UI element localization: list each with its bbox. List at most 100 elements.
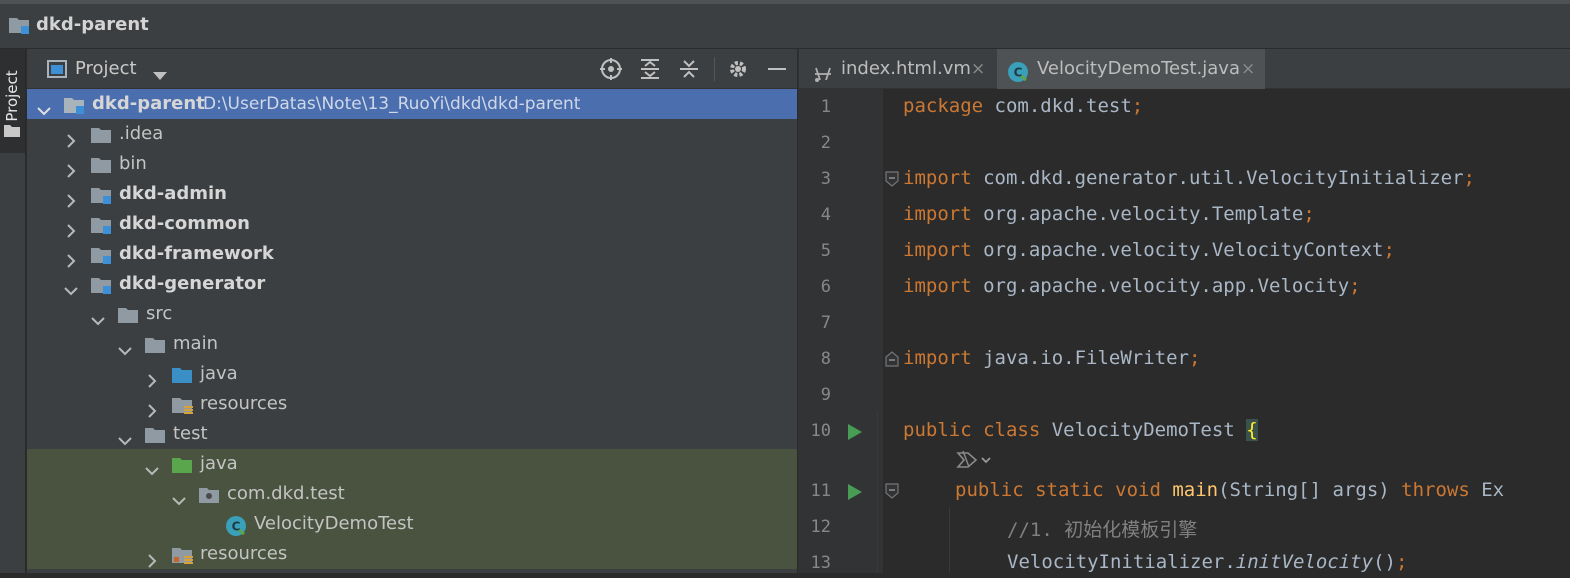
run-method-icon[interactable] <box>847 483 863 505</box>
project-panel: Project dkd-parent D:\UserDatas\Note\13_… <box>27 49 797 573</box>
semicolon: ; <box>1188 347 1201 369</box>
line-number: 8 <box>820 349 831 369</box>
indent-guide <box>877 411 878 573</box>
code-line-3: import com.dkd.generator.util.VelocityIn… <box>903 167 1475 189</box>
tree-item-label: src <box>146 303 173 324</box>
semicolon: ; <box>1395 551 1408 573</box>
tree-item-idea[interactable]: .idea <box>27 119 797 149</box>
line-number: 2 <box>820 133 831 153</box>
tree-item-label: bin <box>119 153 147 174</box>
project-tree: dkd-parent D:\UserDatas\Note\13_RuoYi\dk… <box>27 89 797 573</box>
line-number: 5 <box>820 241 831 261</box>
tree-item-main[interactable]: main <box>27 329 797 359</box>
tree-item-label: java <box>200 453 238 474</box>
line-number: 9 <box>820 385 831 405</box>
keyword: import <box>903 347 972 369</box>
keyword: package <box>903 95 984 117</box>
tree-item-dkd-common[interactable]: dkd-common <box>27 209 797 239</box>
code-line-12: //1. 初始化模板引擎 <box>1007 515 1197 542</box>
code-text: VelocityInitializer. <box>1007 551 1236 573</box>
close-icon[interactable]: × <box>1241 49 1255 89</box>
code-line-10: public class VelocityDemoTest { <box>903 419 1258 441</box>
expand-all-icon[interactable] <box>639 58 661 80</box>
tree-item-src[interactable]: src <box>27 299 797 329</box>
tree-item-label: .idea <box>119 123 164 144</box>
toolbar-separator <box>714 57 715 81</box>
code-text: org.apache.velocity.app.Velocity <box>971 275 1350 297</box>
code-line-5: import org.apache.velocity.VelocityConte… <box>903 239 1395 261</box>
keyword: import <box>903 275 972 297</box>
tree-item-test-java[interactable]: java <box>27 449 797 479</box>
editor-tab-bar: index.html.vm × C VelocityDemoTest.java … <box>799 49 1570 89</box>
tree-item-dkd-admin[interactable]: dkd-admin <box>27 179 797 209</box>
project-tool-window-button[interactable]: Project <box>0 49 25 153</box>
chevron-down-icon[interactable] <box>153 65 167 84</box>
line-number: 6 <box>820 277 831 297</box>
tab-label: index.html.vm <box>841 58 971 79</box>
indent-guide <box>949 507 950 573</box>
tree-item-label: resources <box>200 543 288 564</box>
code-line-6: import org.apache.velocity.app.Velocity; <box>903 275 1361 297</box>
minimize-icon[interactable] <box>766 58 788 80</box>
close-icon[interactable]: × <box>971 49 985 89</box>
tree-item-dkd-parent[interactable]: dkd-parent D:\UserDatas\Note\13_RuoYi\dk… <box>27 89 797 119</box>
keyword: public static void <box>955 479 1161 501</box>
tab-velocity-demo-test[interactable]: C VelocityDemoTest.java × <box>997 49 1265 89</box>
tree-item-label: dkd-generator <box>119 273 266 294</box>
tree-item-main-java[interactable]: java <box>27 359 797 389</box>
test-resources-folder-icon <box>171 545 195 575</box>
tree-item-label: resources <box>200 393 288 414</box>
line-number: 11 <box>810 481 831 501</box>
brace: { <box>1246 419 1258 441</box>
keyword: throws <box>1401 479 1470 501</box>
tree-item-test[interactable]: test <box>27 419 797 449</box>
code-text: org.apache.velocity.Template <box>971 203 1304 225</box>
tree-item-velocity-demo-test[interactable]: C VelocityDemoTest <box>27 509 797 539</box>
code-line-8: import java.io.FileWriter; <box>903 347 1200 369</box>
chevron-right-icon[interactable] <box>146 548 158 578</box>
breadcrumb-project[interactable]: dkd-parent <box>36 14 149 35</box>
project-view-selector[interactable]: Project <box>75 58 137 79</box>
keyword: public class <box>903 419 1041 441</box>
tree-item-bin[interactable]: bin <box>27 149 797 179</box>
editor-area: index.html.vm × C VelocityDemoTest.java … <box>798 49 1570 573</box>
keyword: import <box>903 203 972 225</box>
project-view-icon <box>47 60 67 82</box>
tree-item-label: dkd-framework <box>119 243 274 264</box>
tree-item-label: dkd-parent <box>92 93 205 114</box>
window-top-border <box>0 0 1570 4</box>
line-number: 7 <box>820 313 831 333</box>
tab-index-html-vm[interactable]: index.html.vm × <box>799 49 996 89</box>
code-text: org.apache.velocity.VelocityContext <box>971 239 1384 261</box>
gear-icon[interactable] <box>727 58 749 80</box>
run-class-icon[interactable] <box>847 423 863 445</box>
code-line-4: import org.apache.velocity.Template; <box>903 203 1315 225</box>
code-line-1: package com.dkd.test; <box>903 95 1143 117</box>
code-line-11: public static void main(String[] args) t… <box>955 479 1504 501</box>
tree-item-path: D:\UserDatas\Note\13_RuoYi\dkd\dkd-paren… <box>203 94 581 114</box>
code-vision-icon[interactable] <box>955 449 995 475</box>
collapse-all-icon[interactable] <box>678 58 700 80</box>
comment: //1. 初始化模板引擎 <box>1007 519 1198 541</box>
code-area[interactable]: package com.dkd.test; import com.dkd.gen… <box>877 89 1570 573</box>
tree-item-label: java <box>200 363 238 384</box>
line-number: 13 <box>810 553 831 573</box>
semicolon: ; <box>1349 275 1361 297</box>
code-text: com.dkd.generator.util.VelocityInitializ… <box>971 167 1464 189</box>
line-number: 10 <box>810 421 831 441</box>
tree-item-dkd-framework[interactable]: dkd-framework <box>27 239 797 269</box>
module-folder-icon <box>8 15 32 39</box>
keyword: import <box>903 239 972 261</box>
tree-item-test-resources[interactable]: resources <box>27 539 797 569</box>
project-panel-header: Project <box>27 49 797 89</box>
line-number: 3 <box>820 169 831 189</box>
tree-item-main-resources[interactable]: resources <box>27 389 797 419</box>
tree-item-dkd-generator[interactable]: dkd-generator <box>27 269 797 299</box>
line-number: 1 <box>820 97 831 117</box>
code-text: Ex <box>1469 479 1505 501</box>
locate-file-icon[interactable] <box>600 58 622 80</box>
code-text: java.io.FileWriter <box>971 347 1189 369</box>
semicolon: ; <box>1463 167 1475 189</box>
tree-item-package[interactable]: com.dkd.test <box>27 479 797 509</box>
semicolon: ; <box>1383 239 1395 261</box>
